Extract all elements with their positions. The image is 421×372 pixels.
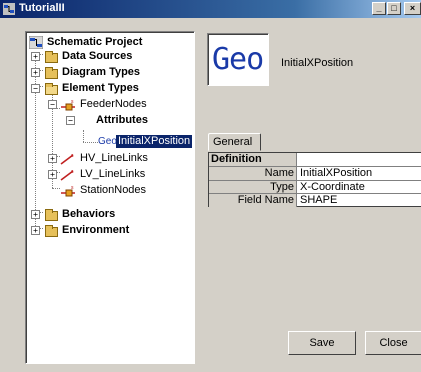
- expand-plus-icon[interactable]: +: [31, 52, 40, 61]
- project-tree[interactable]: Schematic Project + Data Sources + Diagr…: [25, 31, 195, 364]
- title-bar[interactable]: TutorialII _ □ ×: [0, 0, 421, 18]
- tree-item-label: FeederNodes: [80, 98, 147, 110]
- tab-general[interactable]: General: [208, 133, 261, 151]
- svg-text:s: s: [71, 153, 74, 159]
- grid-value[interactable]: SHAPE: [298, 194, 421, 207]
- tree-item-initialxposition[interactable]: Geo InitialXPosition: [98, 135, 194, 149]
- expand-plus-icon[interactable]: +: [48, 154, 57, 163]
- maximize-button[interactable]: □: [387, 2, 401, 15]
- folder-icon: [45, 225, 58, 237]
- tree-item-stationnodes[interactable]: s StationNodes: [48, 184, 188, 198]
- expand-plus-icon[interactable]: +: [31, 210, 40, 219]
- tree-item-label: Data Sources: [62, 50, 133, 62]
- svg-text:s: s: [71, 169, 74, 175]
- tree-item-label: Environment: [62, 224, 130, 236]
- close-button[interactable]: Close: [365, 331, 421, 355]
- save-button[interactable]: Save: [288, 331, 356, 355]
- folder-icon: [45, 51, 58, 63]
- grid-key: Field Name: [209, 194, 297, 207]
- tree-item-label: LV_LineLinks: [80, 168, 146, 180]
- tree-item-lv-linelinks[interactable]: + s LV_LineLinks: [48, 168, 188, 182]
- expand-plus-icon[interactable]: +: [31, 226, 40, 235]
- grid-row-field-name[interactable]: Field Name SHAPE: [209, 193, 421, 207]
- tree-item-label: StationNodes: [80, 184, 147, 196]
- geo-icon: Geo: [98, 136, 117, 147]
- tree-item-label: HV_LineLinks: [80, 152, 148, 164]
- tree-item-label: Attributes: [96, 114, 148, 126]
- grid-key: Name: [209, 167, 297, 180]
- property-grid-continued: Field Name SHAPE: [208, 193, 421, 207]
- tab-label: General: [213, 136, 253, 148]
- svg-text:s: s: [71, 99, 74, 105]
- property-grid: Definition Name InitialXPosition Type X-…: [208, 152, 421, 194]
- tree-item-data-sources[interactable]: + Data Sources: [31, 50, 181, 64]
- minimize-button[interactable]: _: [372, 2, 386, 15]
- app-icon: [3, 3, 15, 15]
- link-type-icon: s: [60, 153, 74, 165]
- grid-row-name[interactable]: Name InitialXPosition: [209, 167, 421, 181]
- tree-item-label: Element Types: [62, 82, 139, 94]
- tree-item-environment[interactable]: + Environment: [31, 224, 181, 238]
- tree-item-feedernodes[interactable]: − s FeederNodes: [48, 98, 188, 112]
- tree-item-label: Behaviors: [62, 208, 116, 220]
- window-title: TutorialII: [19, 2, 65, 14]
- expand-plus-icon[interactable]: +: [48, 170, 57, 179]
- close-window-button[interactable]: ×: [404, 2, 421, 15]
- tree-item-label: InitialXPosition: [116, 135, 193, 148]
- folder-icon: [45, 209, 58, 221]
- schematic-project-icon: [29, 36, 43, 49]
- tree-item-hv-linelinks[interactable]: + s HV_LineLinks: [48, 152, 188, 166]
- tree-item-behaviors[interactable]: + Behaviors: [31, 208, 181, 222]
- tree-item-label: Diagram Types: [62, 66, 141, 78]
- grid-section-value: [298, 153, 421, 166]
- tree-item-attributes[interactable]: − Attributes: [66, 114, 194, 128]
- node-type-icon: s: [61, 185, 75, 197]
- tree-root-label: Schematic Project: [47, 36, 143, 48]
- link-type-icon: s: [60, 169, 74, 181]
- grid-section-label: Definition: [209, 153, 297, 166]
- node-type-icon: s: [61, 99, 75, 111]
- attribute-type-icon-box: Geo: [207, 33, 269, 86]
- expand-plus-icon[interactable]: +: [31, 68, 40, 77]
- geo-icon: Geo: [212, 42, 264, 77]
- open-folder-icon: [45, 83, 58, 95]
- collapse-minus-icon[interactable]: −: [66, 116, 75, 125]
- tree-item-diagram-types[interactable]: + Diagram Types: [31, 66, 181, 80]
- folder-icon: [45, 67, 58, 79]
- grid-section-row: Definition: [209, 153, 421, 167]
- svg-text:s: s: [71, 185, 74, 191]
- tree-item-element-types[interactable]: − Element Types: [31, 82, 181, 96]
- grid-value[interactable]: InitialXPosition: [298, 167, 421, 180]
- attribute-heading: InitialXPosition: [281, 57, 354, 69]
- application-window: TutorialII _ □ × Schematic Project + Dat…: [0, 0, 421, 372]
- collapse-minus-icon[interactable]: −: [31, 84, 40, 93]
- collapse-minus-icon[interactable]: −: [48, 100, 57, 109]
